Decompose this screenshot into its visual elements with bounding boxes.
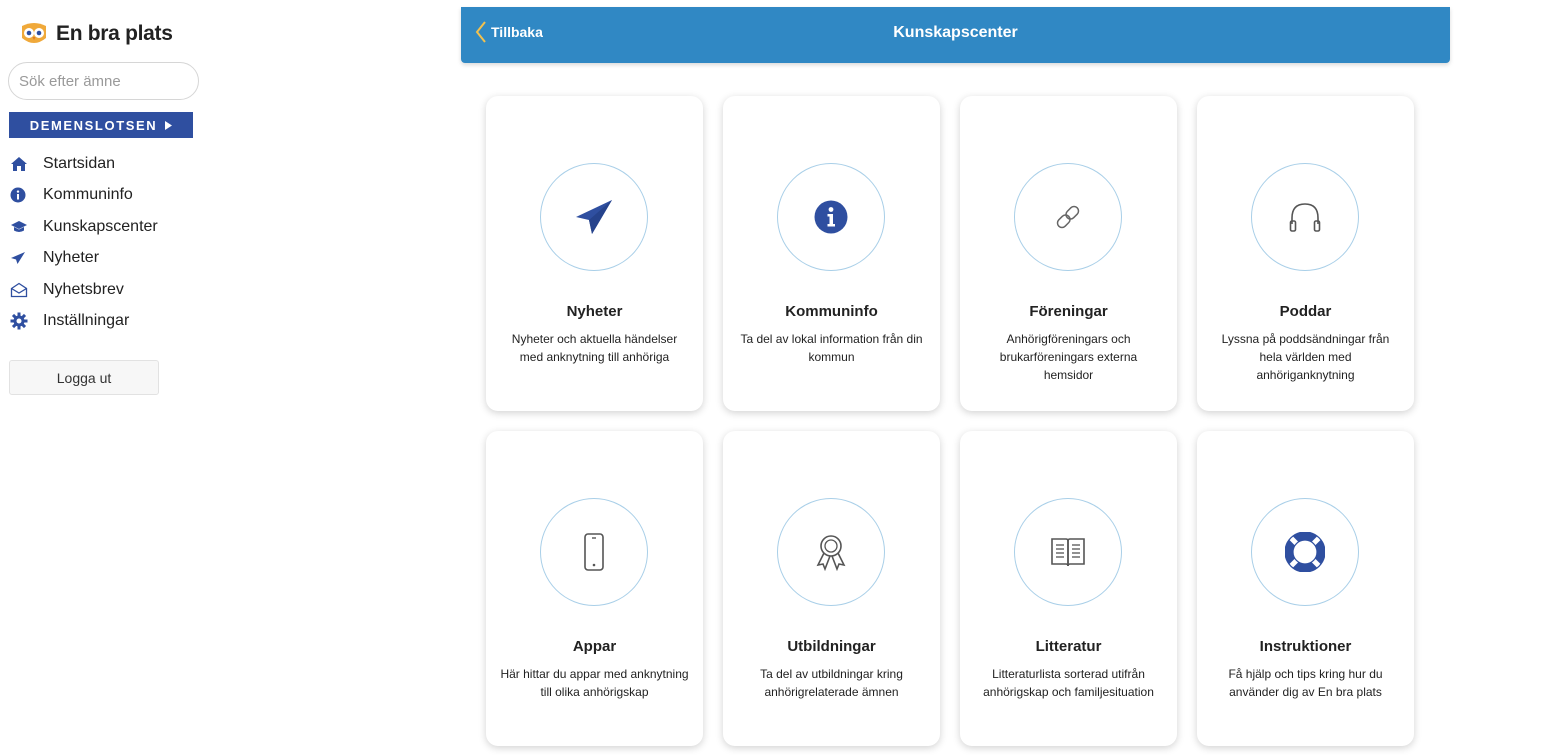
card-description: Nyheter och aktuella händelser med ankny… bbox=[511, 332, 678, 364]
card-title: Nyheter bbox=[566, 303, 623, 320]
card-foreningar[interactable]: Föreningar Anhörigföreningars och brukar… bbox=[960, 96, 1177, 411]
lifebuoy-icon bbox=[1285, 532, 1325, 572]
logo-text: En bra plats bbox=[56, 22, 173, 45]
info-icon bbox=[814, 200, 848, 234]
card-description: Få hjälp och tips kring hur du använder … bbox=[1228, 667, 1383, 699]
award-icon bbox=[816, 535, 846, 571]
card-description: Här hittar du appar med anknytning till … bbox=[500, 667, 689, 699]
card-description: Ta del av lokal information från din kom… bbox=[740, 332, 923, 364]
headphones-icon bbox=[1289, 203, 1321, 232]
card-title: Poddar bbox=[1279, 303, 1332, 320]
card-title: Appar bbox=[572, 638, 617, 655]
card-icon-circle bbox=[540, 498, 648, 606]
sidebar-item-label: Nyheter bbox=[43, 249, 100, 267]
card-description: Litteraturlista sorterad utifrån anhörig… bbox=[983, 667, 1154, 699]
caret-right-icon bbox=[165, 120, 173, 130]
card-icon-circle bbox=[1251, 163, 1359, 271]
card-poddar[interactable]: Poddar Lyssna på poddsändningar från hel… bbox=[1197, 96, 1414, 411]
sidebar-item-nyheter[interactable]: Nyheter bbox=[10, 243, 158, 275]
paper-plane-icon bbox=[10, 249, 34, 267]
card-icon-circle bbox=[1014, 163, 1122, 271]
card-litteratur[interactable]: Litteratur Litteraturlista sorterad utif… bbox=[960, 431, 1177, 746]
card-icon-circle bbox=[1251, 498, 1359, 606]
page-title: Kunskapscenter bbox=[893, 24, 1018, 41]
card-icon-circle bbox=[1014, 498, 1122, 606]
card-title: Föreningar bbox=[1029, 303, 1108, 320]
card-kommuninfo[interactable]: Kommuninfo Ta del av lokal information f… bbox=[723, 96, 940, 411]
envelope-icon bbox=[10, 281, 34, 299]
card-description: Ta del av utbildningar kring anhörigrela… bbox=[760, 667, 903, 699]
phone-icon bbox=[584, 533, 604, 571]
card-grid: Nyheter Nyheter och aktuella händelser m… bbox=[486, 96, 1414, 746]
logout-button[interactable]: Logga ut bbox=[9, 360, 159, 395]
card-appar[interactable]: Appar Här hittar du appar med anknytning… bbox=[486, 431, 703, 746]
card-icon-circle bbox=[540, 163, 648, 271]
graduation-cap-icon bbox=[10, 218, 34, 236]
owl-logo-icon bbox=[22, 23, 46, 43]
card-description: Lyssna på poddsändningar från hela värld… bbox=[1221, 332, 1390, 382]
sidebar-item-installningar[interactable]: Inställningar bbox=[10, 306, 158, 338]
demenslotsen-label: DEMENSLOTSEN bbox=[29, 117, 158, 133]
paper-plane-icon bbox=[576, 200, 612, 234]
sidebar-item-startsidan[interactable]: Startsidan bbox=[10, 148, 158, 180]
search-input[interactable] bbox=[8, 62, 199, 100]
sidebar-item-label: Nyhetsbrev bbox=[43, 280, 124, 298]
sidebar-item-nyhetsbrev[interactable]: Nyhetsbrev bbox=[10, 274, 158, 306]
sidebar-item-kunskapscenter[interactable]: Kunskapscenter bbox=[10, 211, 158, 243]
card-utbildningar[interactable]: Utbildningar Ta del av utbildningar krin… bbox=[723, 431, 940, 746]
card-instruktioner[interactable]: Instruktioner Få hjälp och tips kring hu… bbox=[1197, 431, 1414, 746]
gear-icon bbox=[10, 312, 34, 330]
card-title: Kommuninfo bbox=[785, 303, 878, 320]
card-icon-circle bbox=[777, 498, 885, 606]
sidebar-item-label: Startsidan bbox=[43, 154, 116, 172]
sidebar: En bra plats DEMENSLOTSEN Startsidan Kom… bbox=[0, 0, 210, 755]
sidebar-nav: Startsidan Kommuninfo Kunskapscenter Nyh… bbox=[10, 148, 158, 337]
sidebar-item-label: Kunskapscenter bbox=[43, 217, 158, 235]
book-icon bbox=[1051, 538, 1085, 567]
card-title: Instruktioner bbox=[1259, 638, 1352, 655]
card-title: Litteratur bbox=[1035, 638, 1102, 655]
sidebar-item-label: Inställningar bbox=[43, 312, 130, 330]
demenslotsen-button[interactable]: DEMENSLOTSEN bbox=[9, 112, 193, 138]
card-nyheter[interactable]: Nyheter Nyheter och aktuella händelser m… bbox=[486, 96, 703, 411]
sidebar-item-label: Kommuninfo bbox=[43, 186, 133, 204]
link-icon bbox=[1056, 205, 1080, 229]
card-icon-circle bbox=[777, 163, 885, 271]
card-title: Utbildningar bbox=[787, 638, 876, 655]
card-description: Anhörigföreningars och brukarföreningars… bbox=[999, 332, 1138, 382]
sidebar-item-kommuninfo[interactable]: Kommuninfo bbox=[10, 180, 158, 212]
home-icon bbox=[10, 155, 34, 173]
page-header: Tillbaka Kunskapscenter bbox=[461, 7, 1450, 63]
info-icon bbox=[10, 186, 34, 204]
logo[interactable]: En bra plats bbox=[20, 22, 173, 46]
